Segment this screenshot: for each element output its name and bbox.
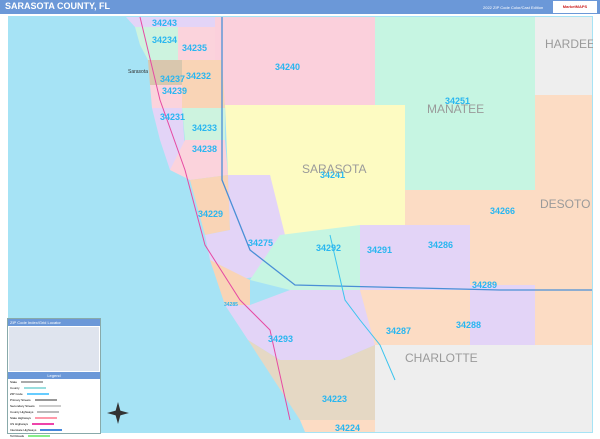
legend-title: Legend: [8, 372, 100, 379]
legend-panel: ZIP Code Index/Grid Locator Legend State…: [7, 318, 101, 438]
zip-label: 34285: [224, 302, 238, 308]
city-label: Sarasota: [128, 69, 148, 75]
zip-label: 34292: [316, 243, 341, 253]
zip-index-table: [9, 327, 99, 371]
legend-item: Toll Roads: [8, 433, 100, 439]
map-title: SARASOTA COUNTY, FL: [5, 1, 110, 11]
zip-area-34289: [470, 285, 535, 345]
zip-label: 34293: [268, 334, 293, 344]
zip-label: 34266: [490, 206, 515, 216]
zip-label: 34238: [192, 144, 217, 154]
zip-label: 34289: [472, 280, 497, 290]
desoto-county: [535, 95, 592, 345]
county-label: CHARLOTTE: [405, 351, 478, 365]
zip-label: 34288: [456, 320, 481, 330]
map-subtitle: 2022 ZIP Code Color/Cast Edition: [483, 5, 544, 10]
zip-label: 34233: [192, 123, 217, 133]
county-label: SARASOTA: [302, 162, 366, 176]
zip-area-34232: [182, 60, 225, 108]
county-label: DESOTO: [540, 197, 590, 211]
zip-label: 34286: [428, 240, 453, 250]
publisher-logo: MarketMAPS: [553, 1, 597, 13]
zip-label: 34229: [198, 209, 223, 219]
zip-label: 34243: [152, 18, 177, 28]
zip-label: 34235: [182, 43, 207, 53]
zip-label: 34223: [322, 394, 347, 404]
zip-label: 34232: [186, 71, 211, 81]
zip-label: 34234: [152, 35, 177, 45]
zip-label: 34224: [335, 423, 360, 433]
zip-label: 34239: [162, 86, 187, 96]
zip-label: 34231: [160, 112, 185, 122]
county-label: HARDEE: [545, 37, 593, 51]
header-bar: SARASOTA COUNTY, FL 2022 ZIP Code Color/…: [0, 0, 600, 14]
hardee-county: [535, 17, 592, 95]
zip-area-34291: [360, 225, 410, 290]
zip-area-34288: [410, 290, 470, 345]
zip-area-34240: [215, 17, 375, 105]
zip-label: 34287: [386, 326, 411, 336]
zip-label: 34240: [275, 62, 300, 72]
county-label: MANATEE: [427, 102, 484, 116]
zip-label: 34237: [160, 74, 185, 84]
zip-label: 34275: [248, 238, 273, 248]
zip-area-34286: [410, 225, 470, 290]
legend-index-title: ZIP Code Index/Grid Locator: [8, 319, 100, 326]
zip-label: 34291: [367, 245, 392, 255]
